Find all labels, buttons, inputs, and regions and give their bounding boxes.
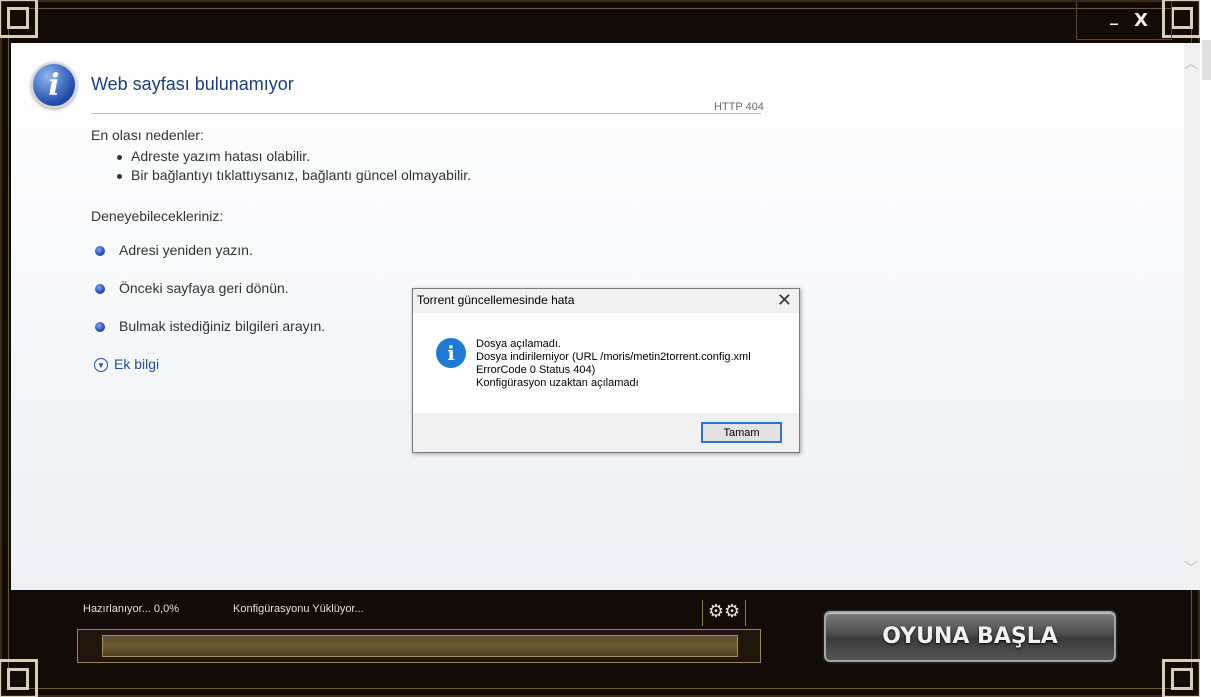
http-status-code: HTTP 404: [714, 101, 764, 113]
background-window-edge: [1200, 0, 1211, 697]
bullet-icon: [95, 284, 105, 294]
frame-corner-ornament: [0, 659, 38, 697]
minimize-button[interactable]: _: [1110, 6, 1118, 25]
scroll-down-icon[interactable]: ﹀: [1184, 558, 1198, 578]
suggestions-heading: Deneyebilecekleriniz:: [91, 208, 224, 224]
list-item: Bir bağlantıyı tıklattıysanız, bağlantı …: [115, 167, 471, 186]
progress-bar: [77, 629, 761, 663]
config-status-text: Konfigürasyonu Yüklüyor...: [233, 603, 364, 615]
suggestion-retype-address[interactable]: Adresi yeniden yazın.: [95, 242, 253, 258]
bullet-icon: [95, 246, 105, 256]
list-item: Adreste yazım hatası olabilir.: [115, 148, 471, 167]
frame-corner-ornament: [1162, 659, 1202, 697]
dialog-close-button[interactable]: ✕: [777, 290, 792, 311]
dialog-body: i Dosya açılamadı. Dosya indirilemiyor (…: [413, 313, 799, 413]
ok-button[interactable]: Tamam: [701, 422, 782, 443]
bullet-icon: [95, 322, 105, 332]
dialog-message: Dosya açılamadı. Dosya indirilemiyor (UR…: [476, 338, 751, 389]
suggestion-label: Önceki sayfaya geri dönün.: [119, 280, 289, 296]
suggestion-label: Bulmak istediğiniz bilgileri arayın.: [119, 318, 326, 334]
info-icon: i: [31, 62, 77, 108]
start-game-button[interactable]: OYUNA BAŞLA: [824, 611, 1116, 662]
suggestion-go-back[interactable]: Önceki sayfaya geri dönün.: [95, 280, 289, 296]
gears-icon: ⚙⚙: [707, 601, 741, 622]
vertical-scrollbar[interactable]: ︿ ﹀: [1184, 43, 1201, 590]
title-divider: [91, 113, 761, 114]
window-controls: [1076, 2, 1172, 40]
causes-list: Adreste yazım hatası olabilir. Bir bağla…: [115, 148, 471, 186]
suggestion-label: Adresi yeniden yazın.: [119, 242, 253, 258]
chevron-down-icon: ▼: [94, 358, 108, 372]
dialog-title: Torrent güncellemesinde hata: [417, 293, 575, 307]
scroll-up-icon[interactable]: ︿: [1184, 53, 1198, 73]
more-info-label: Ek bilgi: [114, 356, 160, 372]
causes-heading: En olası nedenler:: [91, 127, 204, 143]
close-button[interactable]: X: [1134, 10, 1148, 31]
progress-bar-track: [102, 635, 738, 657]
page-title: Web sayfası bulunamıyor: [91, 74, 294, 94]
more-info-link[interactable]: ▼ Ek bilgi: [94, 356, 159, 372]
frame-corner-ornament: [0, 0, 38, 38]
info-icon: i: [436, 338, 466, 368]
settings-button[interactable]: ⚙⚙: [702, 600, 746, 626]
suggestion-search[interactable]: Bulmak istediğiniz bilgileri arayın.: [95, 318, 325, 334]
progress-status-text: Hazırlanıyor... 0,0%: [83, 603, 179, 615]
error-dialog: Torrent güncellemesinde hata ✕ i Dosya a…: [412, 288, 800, 453]
